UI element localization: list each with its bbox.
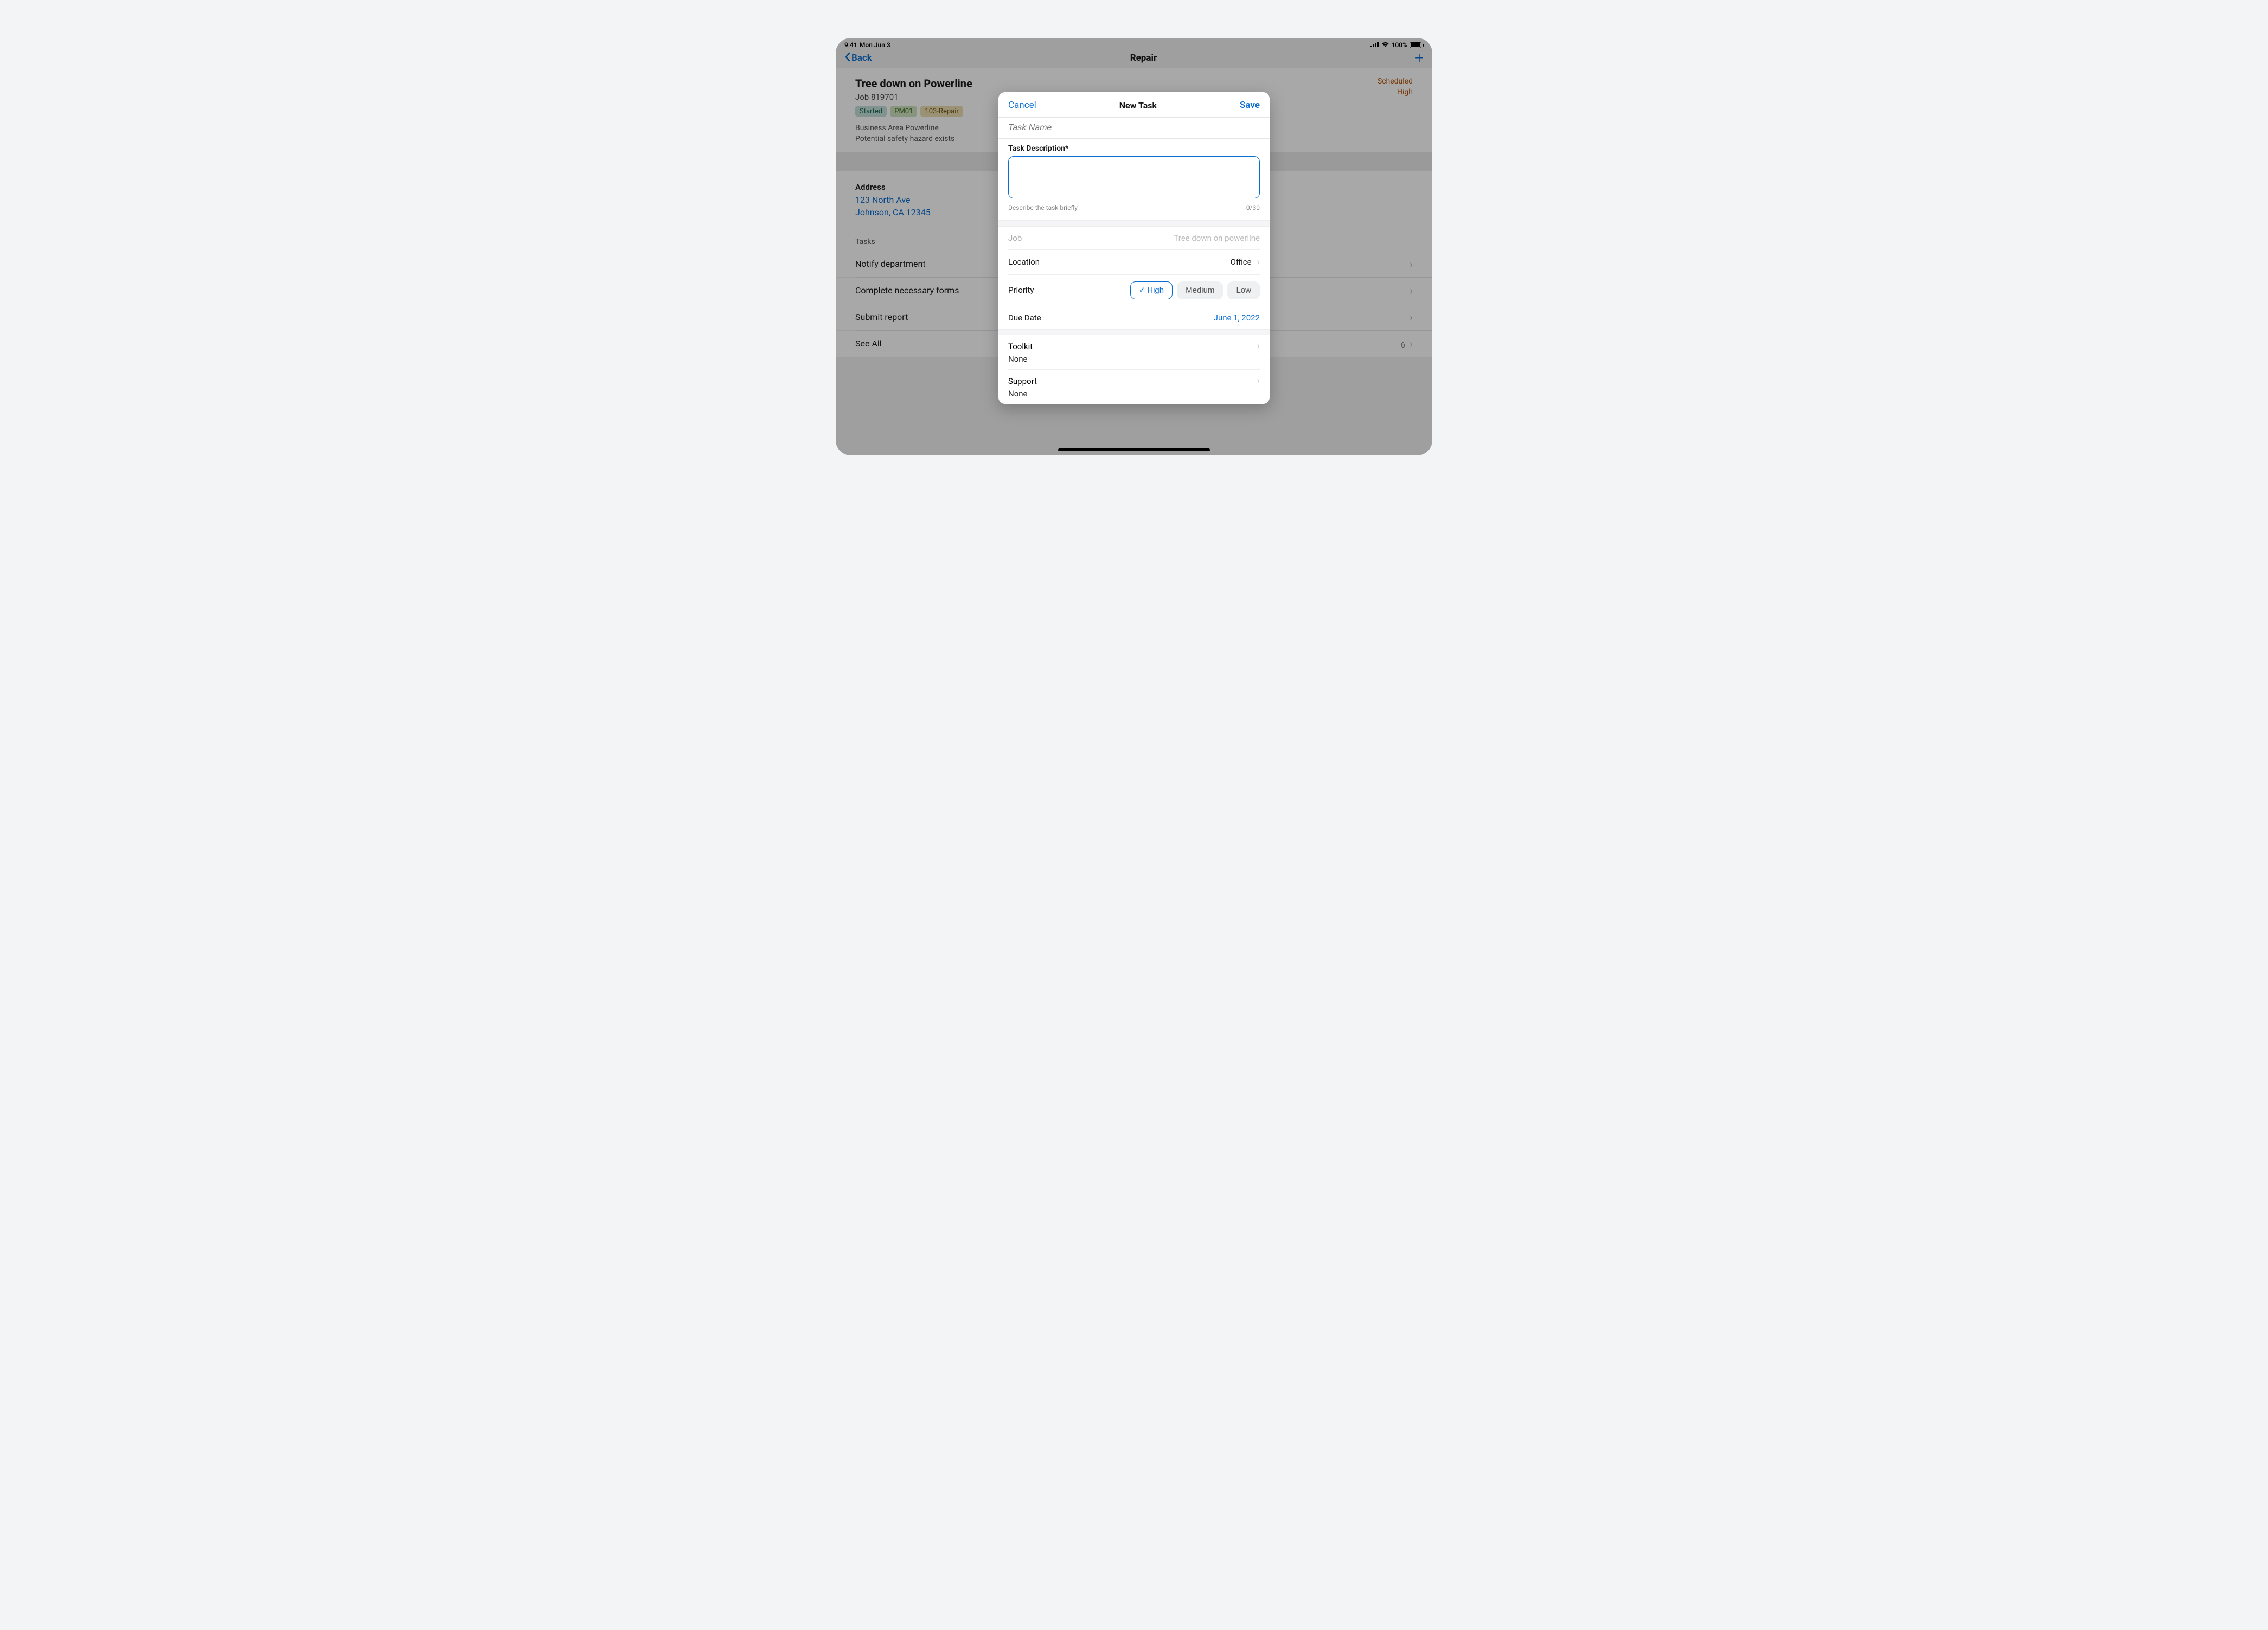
task-description-input[interactable] (1008, 156, 1260, 198)
priority-high-button[interactable]: ✓High (1130, 281, 1173, 299)
save-button[interactable]: Save (1240, 100, 1260, 111)
toolkit-row[interactable]: Toolkit › None (998, 335, 1270, 369)
priority-row: Priority ✓High Medium Low (998, 275, 1270, 306)
job-row: Job Tree down on powerline (998, 227, 1270, 249)
check-icon: ✓ (1139, 286, 1146, 295)
due-date-value: June 1, 2022 (1214, 313, 1260, 323)
desc-section: Task Description* Describe the task brie… (998, 139, 1270, 220)
task-name-input[interactable] (998, 118, 1270, 138)
priority-medium-button[interactable]: Medium (1177, 281, 1223, 299)
toolkit-value: None (1008, 354, 1260, 364)
chevron-right-icon: › (1257, 341, 1260, 352)
desc-hint: Describe the task briefly (1008, 204, 1078, 211)
location-label: Location (1008, 257, 1040, 267)
toolkit-label: Toolkit (1008, 342, 1033, 351)
desc-counter: 0/30 (1246, 204, 1260, 211)
modal-header: Cancel New Task Save (998, 92, 1270, 117)
support-label: Support (1008, 376, 1037, 386)
priority-segmented: ✓High Medium Low (1130, 281, 1260, 299)
job-row-value: Tree down on powerline (1174, 233, 1260, 243)
job-row-label: Job (1008, 233, 1022, 243)
chevron-right-icon: › (1257, 256, 1260, 268)
due-date-label: Due Date (1008, 313, 1041, 323)
location-row[interactable]: Location Office › (998, 250, 1270, 274)
desc-label: Task Description* (1008, 144, 1260, 153)
chevron-right-icon: › (1257, 375, 1260, 387)
location-value: Office (1231, 257, 1252, 267)
modal-title: New Task (1119, 100, 1157, 111)
priority-high-label: High (1147, 286, 1164, 295)
support-value: None (1008, 389, 1260, 399)
desc-meta: Describe the task briefly 0/30 (1008, 204, 1260, 211)
priority-label: Priority (1008, 285, 1034, 295)
device-frame: 9:41 Mon Jun 3 100% Back Repair (836, 38, 1432, 455)
cancel-button[interactable]: Cancel (1008, 100, 1036, 111)
support-row[interactable]: Support › None (998, 370, 1270, 404)
home-indicator[interactable] (1058, 448, 1210, 451)
new-task-modal: Cancel New Task Save Task Description* D… (998, 92, 1270, 404)
due-date-row[interactable]: Due Date June 1, 2022 (998, 306, 1270, 329)
priority-low-button[interactable]: Low (1227, 281, 1260, 299)
